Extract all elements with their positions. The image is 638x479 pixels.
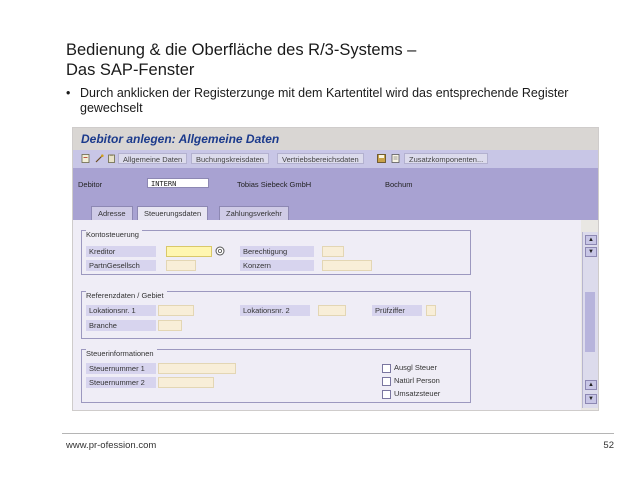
btn-zusatzkomponenten[interactable]: Zusatzkomponenten... [404,153,489,164]
label-partngesellsch: PartnGesellsch [86,260,156,271]
save-icon[interactable] [377,154,386,163]
tab-steuerungsdaten[interactable]: Steuerungsdaten [137,206,209,220]
sap-title-bar: Debitor anlegen: Allgemeine Daten [73,128,598,150]
scroll-up-arrow-icon[interactable]: ▲ [585,380,597,390]
tab-adresse[interactable]: Adresse [91,206,133,220]
scrollbar-thumb[interactable] [585,292,595,352]
sap-window-title: Debitor anlegen: Allgemeine Daten [81,132,280,146]
search-help-icon[interactable] [215,246,225,256]
input-steuernummer-2[interactable] [158,377,214,388]
wand-icon[interactable] [95,154,104,163]
sap-application-toolbar: Allgemeine Daten Buchungskreisdaten Vert… [73,150,598,168]
label-lokationsnr-2: Lokationsnr. 2 [240,305,310,316]
slide-title: Bedienung & die Oberfläche des R/3-Syste… [66,40,416,80]
scroll-down-arrow-icon[interactable]: ▼ [585,394,597,404]
label-steuernummer-1: Steuernummer 1 [86,363,156,374]
label-natuerl-person: Natürl Person [394,376,440,385]
page-number: 52 [603,440,614,451]
document-icon[interactable] [81,154,90,163]
input-partngesellsch[interactable] [166,260,196,271]
footer-url: www.pr-ofession.com [66,440,157,451]
group-referenzdaten: Referenzdaten / Gebiet Lokationsnr. 1 Lo… [81,291,471,339]
checkbox-ausgl-steuer[interactable] [382,364,391,373]
debitor-label: Debitor [78,180,103,189]
label-berechtigung: Berechtigung [240,246,314,257]
label-umsatzsteuer: Umsatzsteuer [394,389,441,398]
group-steuerinformationen: Steuerinformationen Steuernummer 1 Steue… [81,349,471,403]
label-kreditor: Kreditor [86,246,156,257]
company-city: Bochum [385,180,413,189]
input-lokationsnr-2[interactable] [318,305,346,316]
group-title: Steuerinformationen [86,349,157,358]
input-branche[interactable] [158,320,182,331]
input-lokationsnr-1[interactable] [158,305,194,316]
checkbox-natuerl-person[interactable] [382,377,391,386]
group-title: Kontosteuerung [86,230,142,239]
input-berechtigung[interactable] [322,246,344,257]
slide-title-line-1: Bedienung & die Oberfläche des R/3-Syste… [66,41,417,59]
tab-zahlungsverkehr[interactable]: Zahlungsverkehr [219,206,289,220]
notes-icon[interactable] [391,154,400,163]
btn-vertriebsbereichsdaten[interactable]: Vertriebsbereichsdaten [277,153,364,164]
label-branche: Branche [86,320,156,331]
group-title: Referenzdaten / Gebiet [86,291,167,300]
label-pruefziffer: Prüfziffer [372,305,422,316]
btn-allgemeine-daten[interactable]: Allgemeine Daten [118,153,188,164]
debitor-field[interactable]: INTERN [147,178,209,188]
clipboard-icon[interactable] [107,154,116,163]
btn-buchungskreisdaten[interactable]: Buchungskreisdaten [191,153,269,164]
scroll-up-arrow-icon[interactable]: ▲ [585,235,597,245]
checkbox-umsatzsteuer[interactable] [382,390,391,399]
bullet-marker: • [66,86,71,100]
label-konzern: Konzern [240,260,314,271]
slide-title-line-2: Das SAP-Fenster [66,61,195,79]
bullet-text: Durch anklicken der Registerzunge mit de… [80,86,569,115]
scroll-down-arrow-icon[interactable]: ▼ [585,247,597,257]
sap-window-screenshot: Debitor anlegen: Allgemeine Daten Allgem… [72,127,599,411]
input-pruefziffer[interactable] [426,305,436,316]
vertical-scrollbar[interactable]: ▲ ▼ ▲ ▼ [582,232,598,408]
footer-divider [62,433,614,434]
label-lokationsnr-1: Lokationsnr. 1 [86,305,156,316]
input-konzern[interactable] [322,260,372,271]
input-kreditor[interactable] [166,246,212,257]
company-name: Tobias Siebeck GmbH [237,180,312,189]
group-kontosteuerung: Kontosteuerung Kreditor Berechtigung Par… [81,230,471,275]
label-steuernummer-2: Steuernummer 2 [86,377,156,388]
tab-content-panel: Kontosteuerung Kreditor Berechtigung Par… [73,220,581,410]
label-ausgl-steuer: Ausgl Steuer [394,363,437,372]
input-steuernummer-1[interactable] [158,363,236,374]
